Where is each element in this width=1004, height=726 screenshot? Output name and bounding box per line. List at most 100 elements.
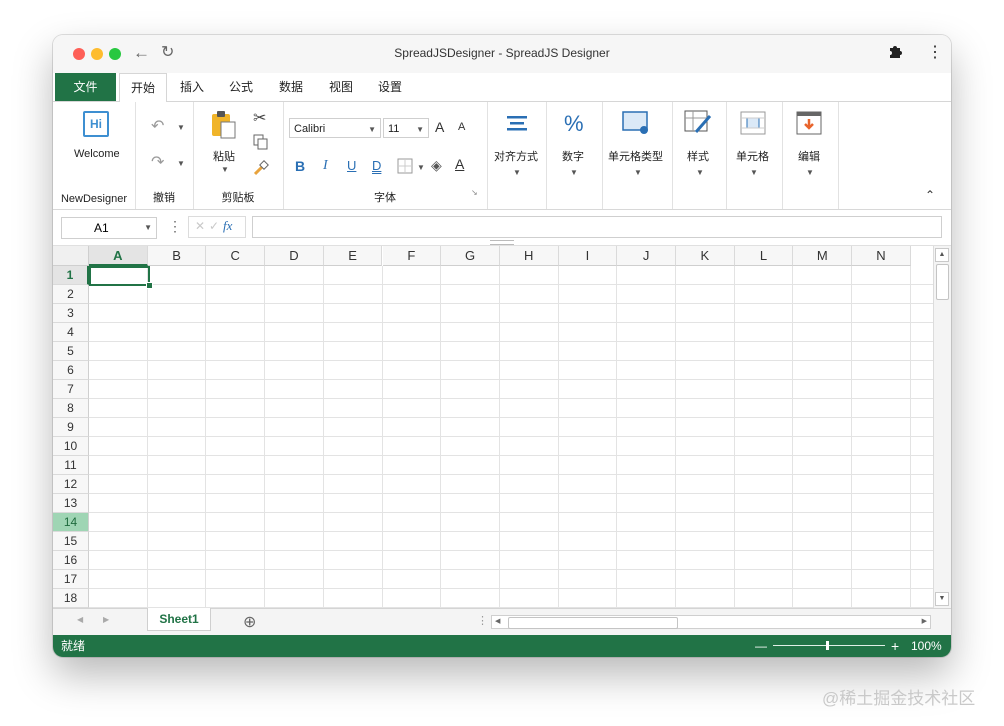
column-header[interactable]: B <box>147 246 207 266</box>
number-dropdown-icon[interactable]: ▼ <box>570 168 578 177</box>
active-cell[interactable] <box>89 266 150 286</box>
vertical-scrollbar[interactable]: ▲ ▼ <box>933 246 951 608</box>
formula-input[interactable] <box>252 216 942 238</box>
group-cells[interactable]: 单元格 ▼ <box>726 102 783 209</box>
alignment-dropdown-icon[interactable]: ▼ <box>513 168 521 177</box>
row-header[interactable]: 10 <box>53 437 89 456</box>
column-header[interactable]: E <box>323 246 383 266</box>
column-header[interactable]: G <box>441 246 500 266</box>
paste-button[interactable]: 粘贴 <box>213 148 235 164</box>
row-header[interactable]: 6 <box>53 361 89 380</box>
tab-home[interactable]: 开始 <box>119 73 167 103</box>
tab-insert[interactable]: 插入 <box>171 73 213 101</box>
style-dropdown-icon[interactable]: ▼ <box>696 168 704 177</box>
bold-icon[interactable]: B <box>295 158 305 174</box>
paste-icon[interactable] <box>211 110 237 145</box>
row-header[interactable]: 12 <box>53 475 89 494</box>
font-color-icon[interactable]: A <box>455 156 464 172</box>
row-header[interactable]: 13 <box>53 494 89 513</box>
double-underline-icon[interactable]: D <box>372 158 381 173</box>
edit-button[interactable]: 编辑 <box>798 148 820 164</box>
scroll-left-icon[interactable]: ◀ <box>495 616 500 628</box>
column-header[interactable]: M <box>793 246 853 266</box>
font-size-select[interactable]: 11 ▼ <box>383 118 429 138</box>
zoom-in-button[interactable]: + <box>891 635 899 657</box>
border-dropdown-icon[interactable]: ▼ <box>417 163 425 172</box>
zoom-out-button[interactable]: — <box>755 635 767 657</box>
add-sheet-icon[interactable]: ⊕ <box>243 612 256 632</box>
paste-dropdown-icon[interactable]: ▼ <box>221 165 229 174</box>
column-header[interactable]: I <box>558 246 618 266</box>
formula-options-icon[interactable]: ⋮ <box>168 218 182 235</box>
formula-bar-resize-handle[interactable] <box>490 240 514 245</box>
alignment-button[interactable]: 对齐方式 <box>494 148 538 164</box>
group-alignment[interactable]: 对齐方式 ▼ <box>487 102 547 209</box>
zoom-slider-thumb[interactable] <box>826 641 829 650</box>
underline-icon[interactable]: U <box>347 158 356 173</box>
format-painter-icon[interactable] <box>253 160 269 181</box>
more-menu-icon[interactable]: ⋮ <box>927 43 943 63</box>
redo-icon[interactable]: ↷ <box>151 152 164 172</box>
collapse-ribbon-icon[interactable]: ⌃ <box>925 188 935 202</box>
row-header[interactable]: 2 <box>53 285 89 304</box>
font-size-dropdown-icon[interactable]: ▼ <box>416 120 424 140</box>
scroll-up-icon[interactable]: ▲ <box>935 248 949 262</box>
undo-icon[interactable]: ↶ <box>151 116 164 136</box>
scroll-right-icon[interactable]: ▶ <box>922 616 927 628</box>
group-cell-type[interactable]: 单元格类型 ▼ <box>602 102 673 209</box>
row-header[interactable]: 17 <box>53 570 89 589</box>
name-box-dropdown-icon[interactable]: ▼ <box>144 218 152 238</box>
row-header[interactable]: 14 <box>53 513 89 532</box>
fill-color-icon[interactable]: ◈ <box>431 157 442 174</box>
row-header[interactable]: 4 <box>53 323 89 342</box>
font-family-dropdown-icon[interactable]: ▼ <box>368 120 376 140</box>
horizontal-scroll-thumb[interactable] <box>508 617 678 629</box>
zoom-slider[interactable] <box>773 645 885 646</box>
undo-dropdown-icon[interactable]: ▼ <box>177 123 185 132</box>
row-header[interactable]: 9 <box>53 418 89 437</box>
row-header[interactable]: 5 <box>53 342 89 361</box>
row-header[interactable]: 3 <box>53 304 89 323</box>
column-header[interactable]: J <box>617 246 676 266</box>
column-header[interactable]: F <box>382 246 442 266</box>
row-header[interactable]: 15 <box>53 532 89 551</box>
column-header[interactable]: H <box>499 246 559 266</box>
tab-settings[interactable]: 设置 <box>369 73 411 101</box>
vertical-scroll-thumb[interactable] <box>936 264 949 300</box>
confirm-icon[interactable]: ✓ <box>209 219 219 233</box>
copy-icon[interactable] <box>253 134 269 155</box>
column-header[interactable]: L <box>734 246 794 266</box>
column-header[interactable]: K <box>676 246 735 266</box>
prev-sheet-icon[interactable]: ◀ <box>77 615 83 624</box>
increase-font-icon[interactable]: A <box>435 119 444 135</box>
group-style[interactable]: 样式 ▼ <box>672 102 727 209</box>
cell-type-button[interactable]: 单元格类型 <box>608 148 663 164</box>
row-header[interactable]: 1 <box>53 266 89 285</box>
cancel-icon[interactable]: ✕ <box>195 219 205 233</box>
border-icon[interactable] <box>397 158 413 179</box>
tab-view[interactable]: 视图 <box>320 73 362 101</box>
row-header[interactable]: 8 <box>53 399 89 418</box>
column-header[interactable]: C <box>206 246 266 266</box>
row-header[interactable]: 11 <box>53 456 89 475</box>
tab-data[interactable]: 数据 <box>270 73 312 101</box>
horizontal-scrollbar[interactable]: ◀ ▶ <box>491 615 931 629</box>
name-box[interactable]: A1 ▼ <box>61 217 157 239</box>
cells-dropdown-icon[interactable]: ▼ <box>750 168 758 177</box>
column-header[interactable]: N <box>852 246 911 266</box>
insert-function-icon[interactable]: fx <box>223 218 232 234</box>
row-header[interactable]: 7 <box>53 380 89 399</box>
column-header[interactable]: A <box>89 246 148 266</box>
extension-puzzle-icon[interactable] <box>887 43 903 65</box>
cells-button[interactable]: 单元格 <box>736 148 769 164</box>
row-header[interactable]: 16 <box>53 551 89 570</box>
cut-icon[interactable]: ✂ <box>253 108 266 128</box>
redo-dropdown-icon[interactable]: ▼ <box>177 159 185 168</box>
next-sheet-icon[interactable]: ▶ <box>103 615 109 624</box>
select-all-corner[interactable] <box>53 246 89 266</box>
welcome-icon[interactable]: Hi <box>83 111 109 137</box>
cell-type-dropdown-icon[interactable]: ▼ <box>634 168 642 177</box>
column-header[interactable]: D <box>265 246 324 266</box>
tab-formulas[interactable]: 公式 <box>220 73 262 101</box>
font-family-select[interactable]: Calibri ▼ <box>289 118 381 138</box>
